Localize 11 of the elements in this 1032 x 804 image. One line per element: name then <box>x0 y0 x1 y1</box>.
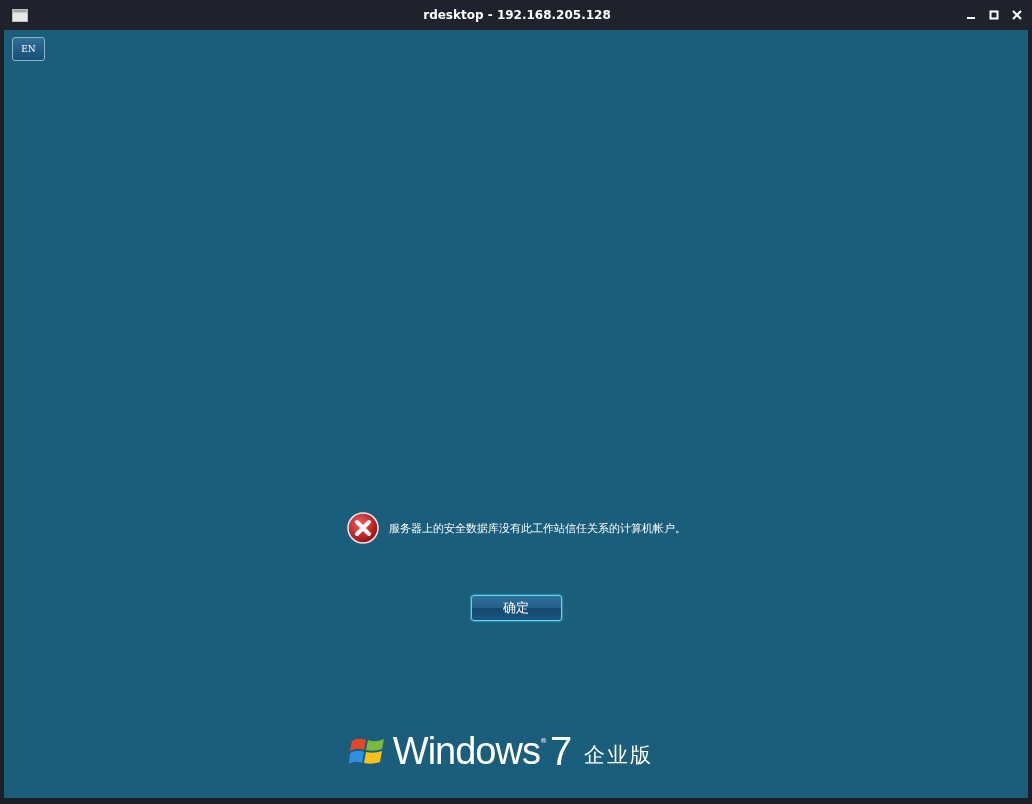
maximize-icon[interactable] <box>989 10 999 20</box>
window-title: rdesktop - 192.168.205.128 <box>423 8 611 22</box>
window-icon <box>12 8 28 22</box>
version-number: 7 <box>549 729 573 774</box>
language-button[interactable]: EN <box>12 37 45 61</box>
edition-label: 企业版 <box>584 741 654 769</box>
windows-wordmark: Windows <box>392 730 540 773</box>
error-message: 服务器上的安全数据库没有此工作站信任关系的计算机帐户。 <box>388 520 686 536</box>
ok-button[interactable]: 确定 <box>470 595 562 621</box>
error-icon <box>346 512 379 544</box>
close-icon[interactable] <box>1012 10 1022 20</box>
